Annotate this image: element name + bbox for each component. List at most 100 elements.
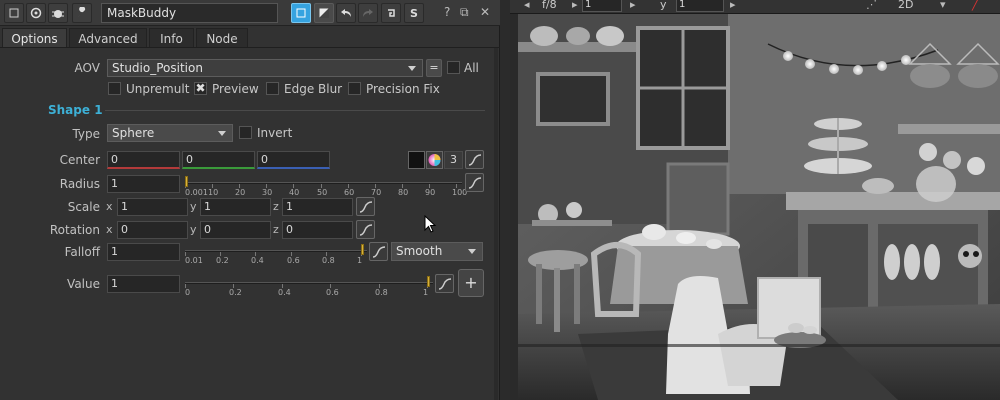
edge-blur-label: Edge Blur (284, 82, 343, 96)
center-y-field[interactable]: 0 (182, 151, 255, 169)
aov-equals-button[interactable]: = (426, 59, 442, 77)
rotation-z-field[interactable]: 0 (282, 221, 353, 239)
falloff-slider[interactable]: 0.01 0.2 0.4 0.6 0.8 1 (185, 244, 367, 274)
slider-tick-label: 0.001 (185, 188, 208, 197)
unpremult-label: Unpremult (126, 82, 190, 96)
slider-track[interactable] (185, 250, 367, 252)
slider-tick-label: 1 (357, 256, 363, 265)
animation-curve-icon[interactable] (356, 197, 375, 216)
all-checkbox[interactable] (447, 61, 460, 74)
slider-track[interactable] (185, 282, 433, 284)
viewer-render-image (518, 14, 1000, 400)
rotation-x-axis-label: x (106, 223, 113, 236)
panel-menu-icon[interactable] (4, 3, 24, 23)
aov-dropdown[interactable]: Studio_Position (107, 59, 423, 77)
tab-info[interactable]: Info (149, 28, 194, 48)
slider-tick-label: 0.8 (322, 256, 335, 265)
script-icon[interactable]: S (404, 3, 424, 23)
slider-tick-label: 90 (425, 188, 436, 197)
y-arrow-icon[interactable]: ▸ (730, 0, 736, 11)
falloff-label: Falloff (64, 245, 100, 259)
slider-tick-label: 0 (185, 288, 191, 297)
falloff-field[interactable]: 1 (107, 243, 180, 261)
precision-fix-checkbox[interactable] (348, 82, 361, 95)
radius-field[interactable]: 1 (107, 175, 180, 193)
slider-handle[interactable] (361, 244, 364, 255)
view-mode-label[interactable]: 2D (898, 0, 913, 11)
step-arrow-icon[interactable]: ▸ (630, 0, 636, 11)
animation-curve-icon[interactable] (369, 242, 388, 261)
value-slider[interactable]: 0 0.2 0.4 0.6 0.8 1 (185, 276, 433, 306)
bug-icon[interactable] (48, 3, 68, 23)
render-stop-icon[interactable]: ╱ (972, 0, 979, 11)
roi-icon[interactable]: ⋰ (866, 0, 877, 11)
rotation-z-axis-label: z (273, 223, 279, 236)
preview-checkbox[interactable]: ✖ (194, 82, 207, 95)
center-z-field[interactable]: 0 (257, 151, 330, 169)
node-center-icon[interactable] (26, 3, 46, 23)
channels-count[interactable]: 3 (444, 151, 463, 169)
scale-z-field[interactable]: 1 (282, 198, 353, 216)
slider-tick-label: 0.8 (375, 288, 388, 297)
fstop-label[interactable]: f/8 (542, 0, 557, 11)
value-field[interactable]: 1 (107, 275, 180, 293)
slider-tick-label: 0.01 (185, 256, 203, 265)
slider-tick-label: 40 (289, 188, 300, 197)
animation-curve-icon[interactable] (356, 220, 375, 239)
rotation-y-field[interactable]: 0 (200, 221, 271, 239)
slider-tick-label: 80 (398, 188, 409, 197)
play-arrow-icon[interactable]: ▸ (572, 0, 578, 11)
animation-curve-icon[interactable] (465, 150, 484, 169)
invert-checkbox[interactable] (239, 126, 252, 139)
type-label: Type (72, 127, 100, 141)
edge-blur-checkbox[interactable] (266, 82, 279, 95)
prev-arrow-icon[interactable]: ◂ (524, 0, 530, 11)
animation-curve-icon[interactable] (435, 274, 454, 293)
invert-label: Invert (257, 126, 293, 140)
y-label: y (660, 0, 667, 11)
slider-handle[interactable] (185, 176, 188, 187)
undo-icon[interactable] (336, 3, 356, 23)
rotation-label: Rotation (49, 223, 100, 237)
node-name-field[interactable]: MaskBuddy (101, 3, 278, 23)
falloff-mode-dropdown[interactable]: Smooth (391, 242, 483, 261)
slider-handle[interactable] (427, 276, 430, 287)
panel-scrollbar[interactable] (494, 48, 498, 400)
help-icon[interactable]: ? (444, 5, 450, 19)
slider-tick-label: 0.2 (229, 288, 242, 297)
rotation-x-field[interactable]: 0 (117, 221, 188, 239)
scale-y-field[interactable]: 1 (200, 198, 271, 216)
frame-field[interactable]: 1 (582, 0, 622, 12)
center-x-field[interactable]: 0 (107, 151, 180, 169)
tab-options[interactable]: Options (2, 28, 67, 48)
float-icon[interactable]: ⧉ (460, 5, 469, 20)
scale-x-axis-label: x (106, 200, 113, 213)
slider-tick-label: 60 (344, 188, 355, 197)
view-mode-chevron-icon[interactable]: ▾ (940, 0, 946, 11)
falloff-mode-value: Smooth (396, 244, 443, 258)
close-icon[interactable]: ✕ (480, 5, 490, 19)
color-wheel-icon[interactable] (426, 151, 443, 169)
tab-node[interactable]: Node (196, 28, 248, 48)
tile-color-icon[interactable] (314, 3, 334, 23)
wrench-icon[interactable] (72, 3, 92, 23)
unpremult-checkbox[interactable] (108, 82, 121, 95)
slider-tick-label: 0.6 (326, 288, 339, 297)
slider-tick-label: 50 (317, 188, 328, 197)
shape-header: Shape 1 (48, 103, 103, 117)
animation-curve-icon[interactable] (465, 173, 484, 192)
scale-x-field[interactable]: 1 (117, 198, 188, 216)
type-dropdown[interactable]: Sphere (107, 124, 233, 142)
redo-icon[interactable] (358, 3, 378, 23)
y-field[interactable]: 1 (676, 0, 724, 12)
value-label: Value (67, 277, 100, 291)
slider-track[interactable] (185, 182, 462, 184)
center-label: Center (59, 153, 100, 167)
add-shape-button[interactable]: + (458, 269, 484, 297)
slider-tick-label: 1 (423, 288, 429, 297)
tab-advanced[interactable]: Advanced (69, 28, 147, 48)
color-picker-swatch[interactable] (408, 151, 425, 169)
color-swatch-icon[interactable] (291, 3, 311, 23)
shape-divider (105, 110, 485, 111)
revert-icon[interactable] (381, 3, 401, 23)
